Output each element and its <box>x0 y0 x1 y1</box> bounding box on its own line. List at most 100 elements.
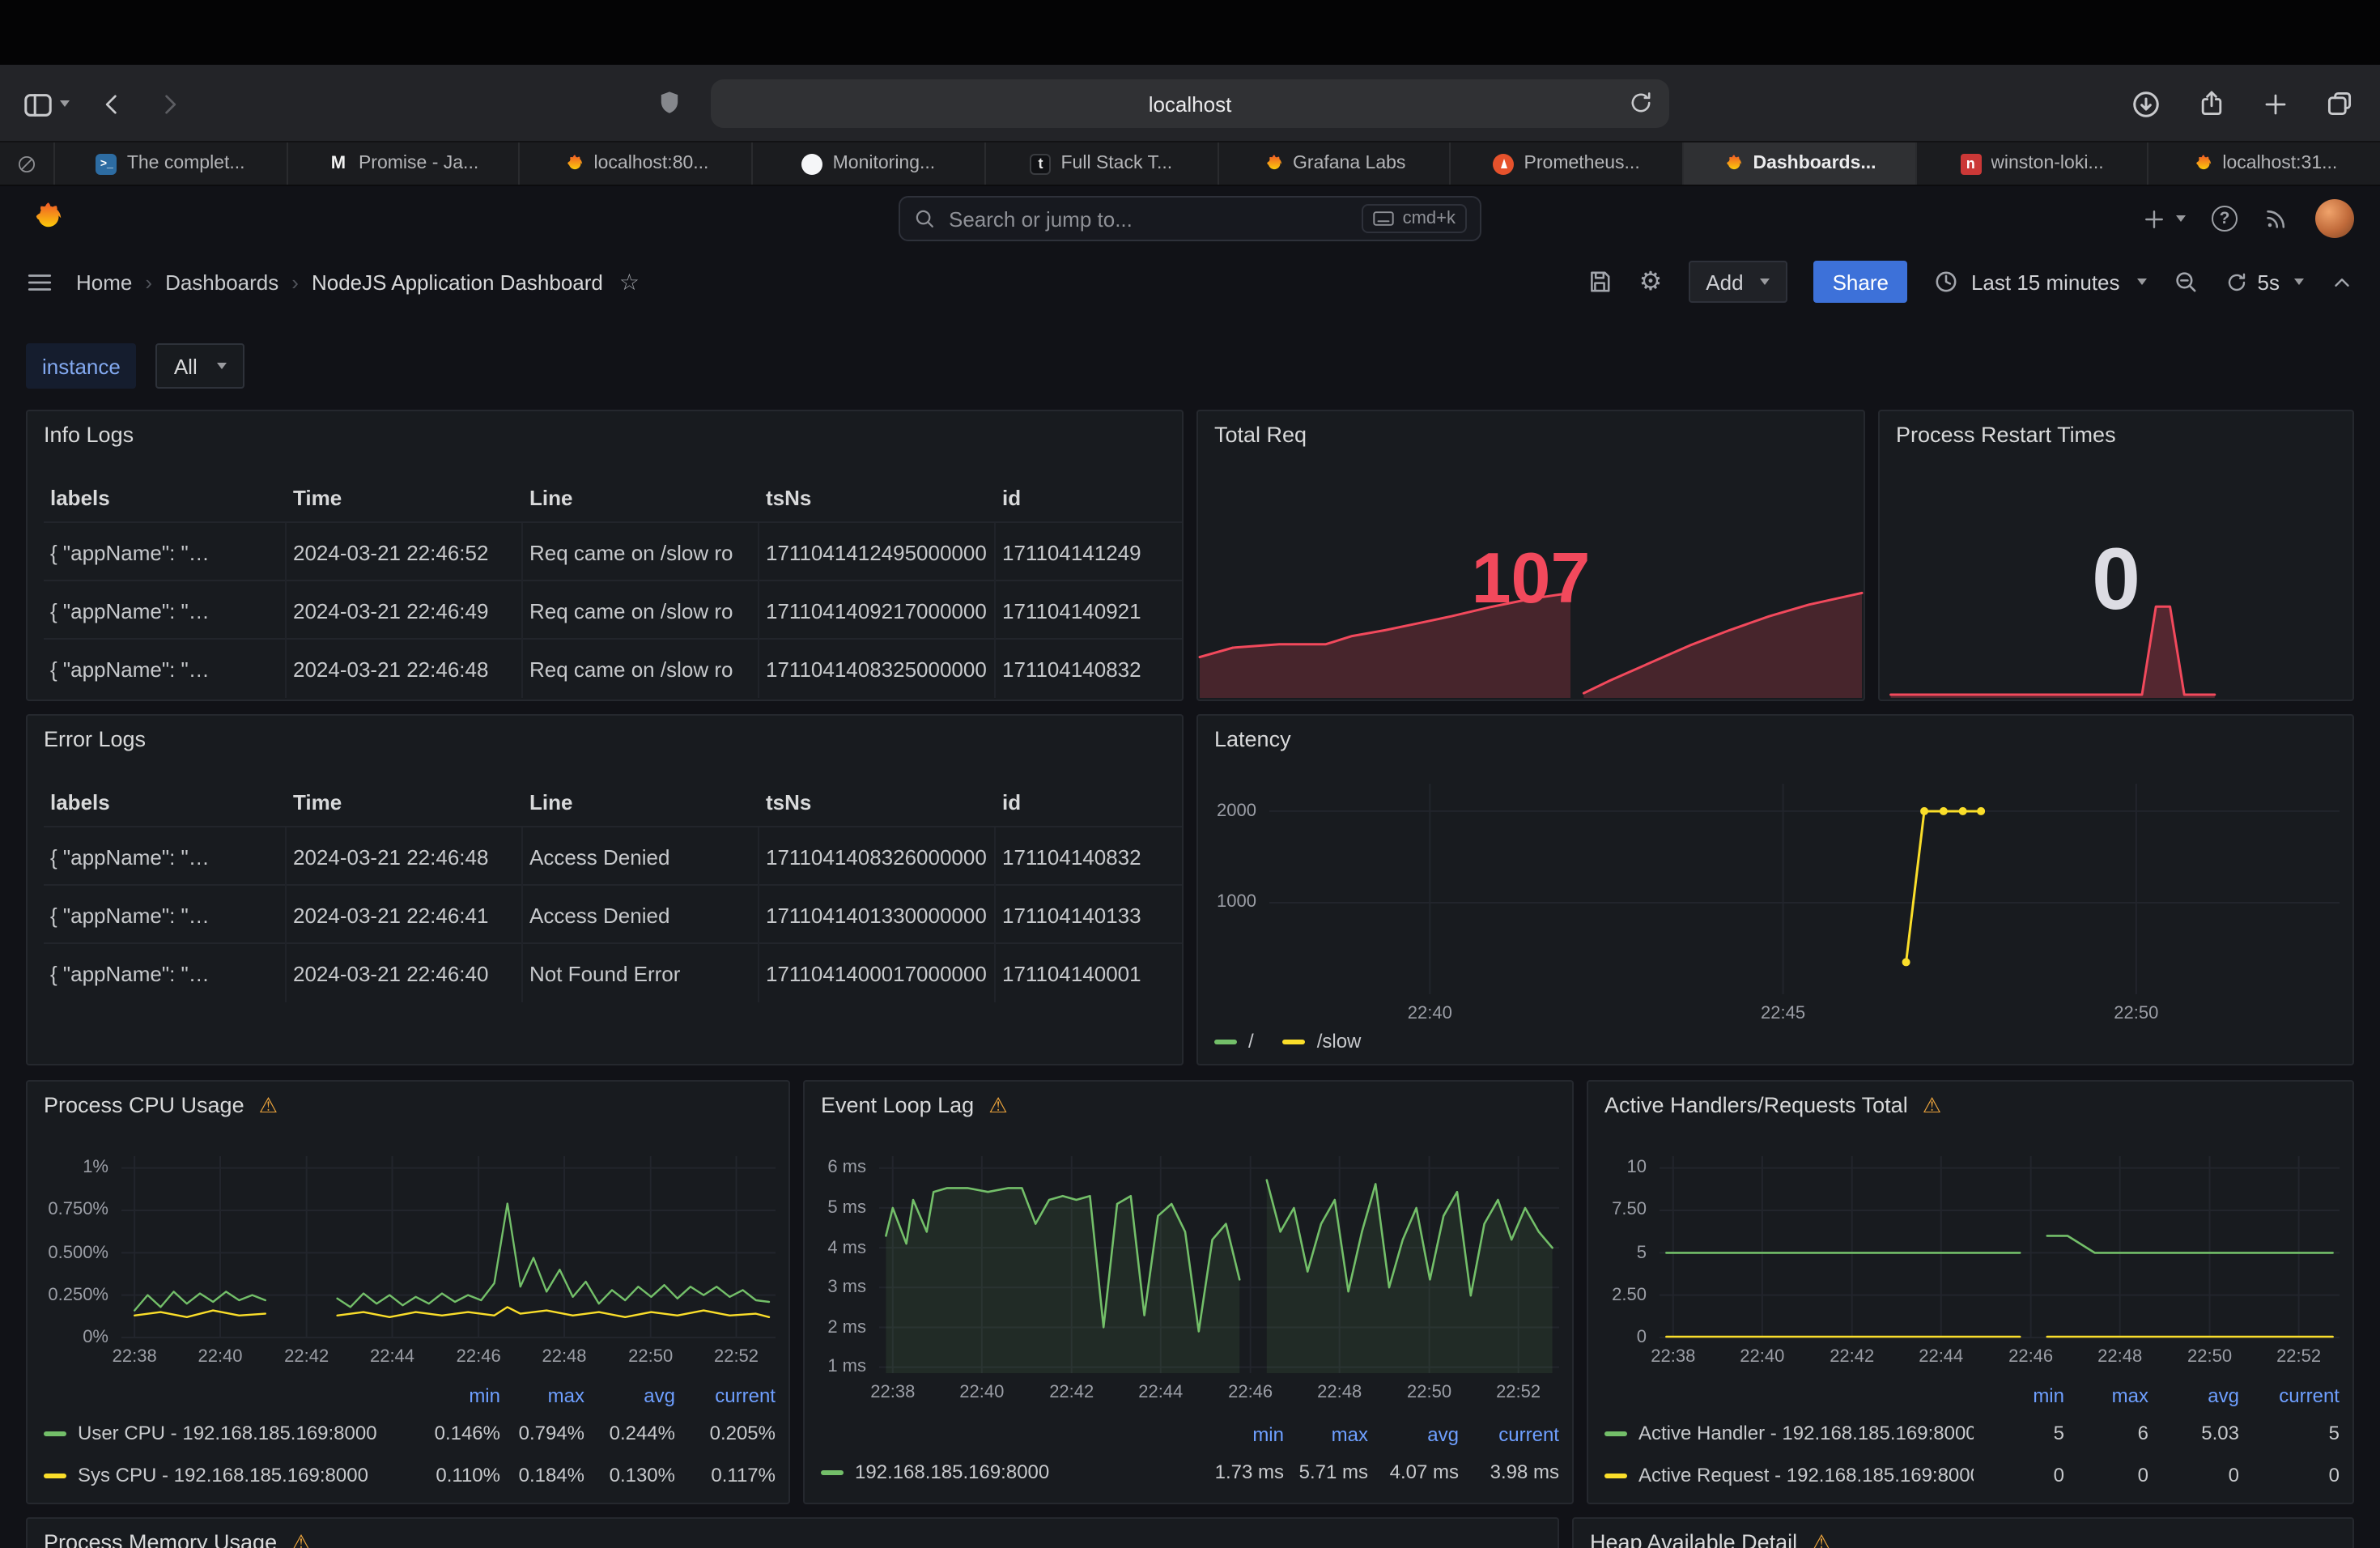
panel-title[interactable]: Active Handlers/Requests Total <box>1604 1092 1908 1116</box>
column-header[interactable]: labels <box>44 789 287 814</box>
legend-row[interactable]: Active Request - 192.168.185.169:8000 0 … <box>1604 1454 2340 1496</box>
panel-title[interactable]: Event Loop Lag <box>821 1092 974 1116</box>
legend-header[interactable]: min <box>410 1384 500 1407</box>
x-axis-tick: 22:40 <box>198 1346 242 1368</box>
new-menu-button[interactable] <box>2142 206 2186 231</box>
panel-title[interactable]: Total Req <box>1214 422 1307 446</box>
new-tab-button[interactable] <box>2262 90 2289 117</box>
legend-row[interactable]: 192.168.185.169:8000 1.73 ms 5.71 ms 4.0… <box>821 1451 1559 1493</box>
legend-header[interactable]: min <box>1974 1384 2064 1407</box>
browser-tab[interactable]: Full Stack T... <box>986 142 1218 185</box>
breadcrumb-home[interactable]: Home <box>76 270 132 294</box>
panel-total-req: Total Req 107 <box>1196 410 1865 701</box>
column-header[interactable]: id <box>996 789 1182 814</box>
handlers-legend: min max avg current Active Handler - 192… <box>1604 1380 2340 1496</box>
handlers-chart[interactable]: 02.5057.501022:3822:4022:4222:4422:4622:… <box>1660 1156 2340 1337</box>
legend-header[interactable]: max <box>500 1384 584 1407</box>
privacy-shield-icon[interactable] <box>656 89 683 125</box>
legend-row[interactable]: Active Handler - 192.168.185.169:8000 5 … <box>1604 1412 2340 1454</box>
browser-tab[interactable]: localhost:80... <box>521 142 753 185</box>
column-header[interactable]: Time <box>287 789 523 814</box>
hamburger-icon <box>26 268 53 296</box>
browser-tab[interactable]: The complet... <box>55 142 287 185</box>
legend-header[interactable]: avg <box>1368 1423 1459 1446</box>
event-loop-chart[interactable]: 1 ms2 ms3 ms4 ms5 ms6 ms22:3822:4022:422… <box>879 1156 1559 1373</box>
legend-header[interactable]: max <box>2064 1384 2148 1407</box>
column-header[interactable]: Line <box>523 789 759 814</box>
panel-title[interactable]: Error Logs <box>44 726 146 751</box>
panel-title[interactable]: Process Memory Usage <box>44 1529 277 1548</box>
grafana-logo[interactable] <box>29 201 65 245</box>
browser-tab[interactable]: Monitoring... <box>753 142 985 185</box>
y-axis-tick: 4 ms <box>827 1236 866 1259</box>
legend-item[interactable]: /slow <box>1283 1030 1362 1053</box>
collapse-toolbar-button[interactable] <box>2330 270 2354 294</box>
legend-row[interactable]: Sys CPU - 192.168.185.169:8000 0.110% 0.… <box>44 1454 776 1496</box>
column-header[interactable]: labels <box>44 485 287 509</box>
address-bar[interactable]: localhost <box>711 79 1669 128</box>
refresh-icon <box>2225 270 2250 294</box>
warning-icon[interactable]: ⚠ <box>291 1531 310 1548</box>
legend-row[interactable]: User CPU - 192.168.185.169:8000 0.146% 0… <box>44 1412 776 1454</box>
panel-title[interactable]: Process CPU Usage <box>44 1092 244 1116</box>
time-range-picker[interactable]: Last 15 minutes <box>1934 269 2148 295</box>
browser-tab[interactable]: Prometheus... <box>1451 142 1683 185</box>
warning-icon[interactable]: ⚠ <box>988 1094 1007 1115</box>
column-header[interactable]: Time <box>287 485 523 509</box>
browser-tab-active[interactable]: Dashboards... <box>1684 142 1916 185</box>
user-avatar[interactable] <box>2315 199 2354 238</box>
tab-strip-blocked-icon[interactable] <box>0 142 55 185</box>
back-button[interactable] <box>99 90 126 117</box>
help-icon[interactable]: ? <box>2212 206 2238 232</box>
legend-header[interactable]: current <box>2239 1384 2340 1407</box>
refresh-picker[interactable]: 5s <box>2225 270 2304 294</box>
legend-header[interactable]: min <box>1193 1423 1284 1446</box>
breadcrumb-dashboards[interactable]: Dashboards <box>165 270 278 294</box>
downloads-button[interactable] <box>2131 88 2161 119</box>
x-axis-tick: 22:46 <box>2008 1346 2053 1368</box>
news-button[interactable] <box>2263 206 2289 232</box>
stat-value: 107 <box>1198 544 1864 615</box>
legend-item[interactable]: / <box>1214 1030 1254 1053</box>
save-dashboard-button[interactable] <box>1587 269 1613 295</box>
tab-overview-button[interactable] <box>2325 89 2354 118</box>
terminal-favicon-icon <box>96 153 117 174</box>
search-placeholder: Search or jump to... <box>949 206 1349 231</box>
cpu-chart[interactable]: 0%0.250%0.500%0.750%1%22:3822:4022:4222:… <box>121 1156 776 1337</box>
legend-header[interactable]: current <box>1459 1423 1559 1446</box>
sidebar-toggle-button[interactable] <box>23 88 70 119</box>
variable-value-dropdown[interactable]: All <box>156 343 244 389</box>
share-dashboard-button[interactable]: Share <box>1813 261 1908 303</box>
warning-icon[interactable]: ⚠ <box>1923 1094 1941 1115</box>
menu-toggle-button[interactable] <box>26 268 53 296</box>
browser-tab[interactable]: winston-loki... <box>1916 142 2148 185</box>
zoom-out-button[interactable] <box>2174 269 2199 295</box>
dashboard-settings-button[interactable]: ⚙ <box>1639 266 1663 298</box>
legend-header[interactable]: avg <box>584 1384 675 1407</box>
panel-title[interactable]: Heap Available Detail <box>1590 1529 1797 1548</box>
legend-header[interactable]: avg <box>2148 1384 2239 1407</box>
favorite-star-icon[interactable]: ☆ <box>619 268 640 296</box>
legend-header[interactable]: max <box>1284 1423 1368 1446</box>
variable-label[interactable]: instance <box>26 343 137 389</box>
panel-title[interactable]: Latency <box>1214 726 1291 751</box>
cell-tsns: 1711041408326000000 <box>759 827 996 886</box>
browser-tab[interactable]: localhost:31... <box>2149 142 2380 185</box>
forward-button[interactable] <box>155 90 183 117</box>
reload-icon[interactable] <box>1627 89 1655 125</box>
legend-header[interactable]: current <box>675 1384 776 1407</box>
panel-title[interactable]: Info Logs <box>44 422 134 446</box>
column-header[interactable]: id <box>996 485 1182 509</box>
warning-icon[interactable]: ⚠ <box>259 1094 278 1115</box>
add-panel-button[interactable]: Add <box>1688 261 1787 303</box>
warning-icon[interactable]: ⚠ <box>1812 1531 1830 1548</box>
column-header[interactable]: tsNs <box>759 485 996 509</box>
latency-chart[interactable]: 1000200022:4022:4522:50 <box>1269 784 2340 994</box>
browser-tab[interactable]: Promise - Ja... <box>287 142 520 185</box>
browser-tab[interactable]: Grafana Labs <box>1218 142 1451 185</box>
column-header[interactable]: tsNs <box>759 789 996 814</box>
panel-title[interactable]: Process Restart Times <box>1896 422 2116 446</box>
search-input[interactable]: Search or jump to... cmd+k <box>899 196 1481 241</box>
column-header[interactable]: Line <box>523 485 759 509</box>
share-page-button[interactable] <box>2197 89 2226 118</box>
